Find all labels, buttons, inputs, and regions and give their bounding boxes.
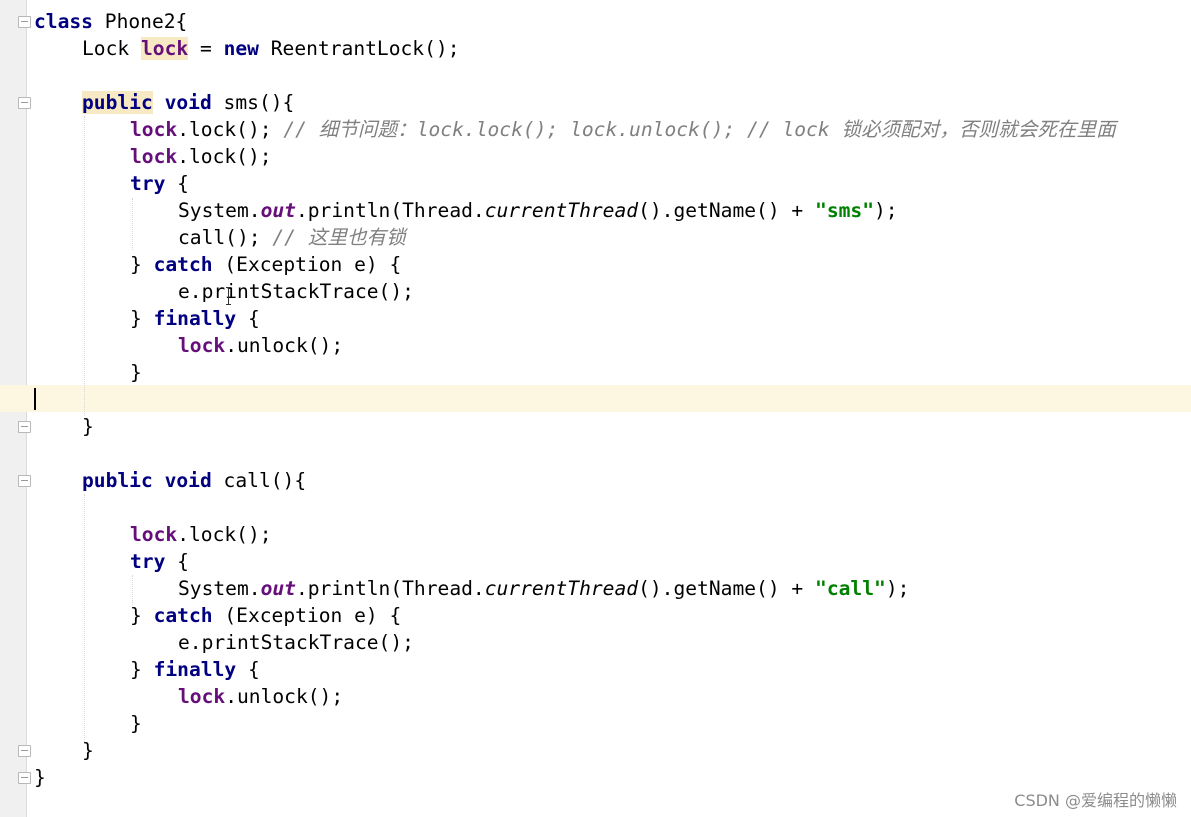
- code-line-sms-lock-comment: lock.lock(); // 细节问题：lock.lock(); lock.u…: [130, 118, 1116, 141]
- indent-guide: [132, 198, 134, 250]
- fold-marker-class-icon[interactable]: [18, 16, 31, 28]
- code-line-class-decl: class Phone2{: [34, 10, 188, 33]
- indent-guide: [84, 494, 86, 742]
- mouse-ibeam-cursor-icon: [226, 287, 232, 305]
- code-line-sms-trace: e.printStackTrace();: [178, 280, 414, 303]
- code-line-sms-call: call(); // 这里也有锁: [178, 226, 406, 249]
- fold-end-sms-icon[interactable]: [18, 421, 31, 433]
- code-line-call-unlock: lock.unlock();: [178, 685, 344, 708]
- code-line-call-try: try {: [130, 550, 189, 573]
- code-line-class-close: }: [34, 766, 46, 789]
- code-line-call-trace: e.printStackTrace();: [178, 631, 414, 654]
- fold-end-class-icon[interactable]: [18, 772, 31, 784]
- fold-marker-call-icon[interactable]: [18, 475, 31, 487]
- code-line-sms-unlock: lock.unlock();: [178, 334, 344, 357]
- highlighted-identifier: lock: [140, 37, 189, 60]
- code-line-sms-try: try {: [130, 172, 189, 195]
- indent-guide: [132, 575, 134, 605]
- text-caret: [34, 388, 36, 410]
- fold-marker-sms-icon[interactable]: [18, 97, 31, 109]
- code-line-sms-close: }: [82, 415, 94, 438]
- code-line-call-println: System.out.println(Thread.currentThread(…: [178, 577, 910, 600]
- code-line-sms-close-inner: }: [130, 361, 142, 384]
- code-line-sms-decl: public void sms(){: [82, 91, 295, 114]
- code-line-call-finally: } finally {: [130, 658, 260, 681]
- code-line-call-close: }: [82, 739, 94, 762]
- code-line-call-decl: public void call(){: [82, 469, 307, 492]
- code-line-sms-catch: } catch (Exception e) {: [130, 253, 402, 276]
- code-editor[interactable]: class Phone2{ Lock lock = new ReentrantL…: [0, 0, 1191, 817]
- code-line-sms-finally: } finally {: [130, 307, 260, 330]
- code-line-sms-lock: lock.lock();: [130, 145, 272, 168]
- code-line-field-decl: Lock lock = new ReentrantLock();: [82, 37, 460, 60]
- code-line-call-catch: } catch (Exception e) {: [130, 604, 402, 627]
- code-line-call-lock: lock.lock();: [130, 523, 272, 546]
- indent-guide: [84, 116, 86, 416]
- code-line-sms-println: System.out.println(Thread.currentThread(…: [178, 199, 898, 222]
- code-line-call-close-inner: }: [130, 712, 142, 735]
- fold-end-call-icon[interactable]: [18, 745, 31, 757]
- current-line-highlight: [0, 385, 1191, 412]
- watermark: CSDN @爱编程的懒懒: [1014, 791, 1177, 810]
